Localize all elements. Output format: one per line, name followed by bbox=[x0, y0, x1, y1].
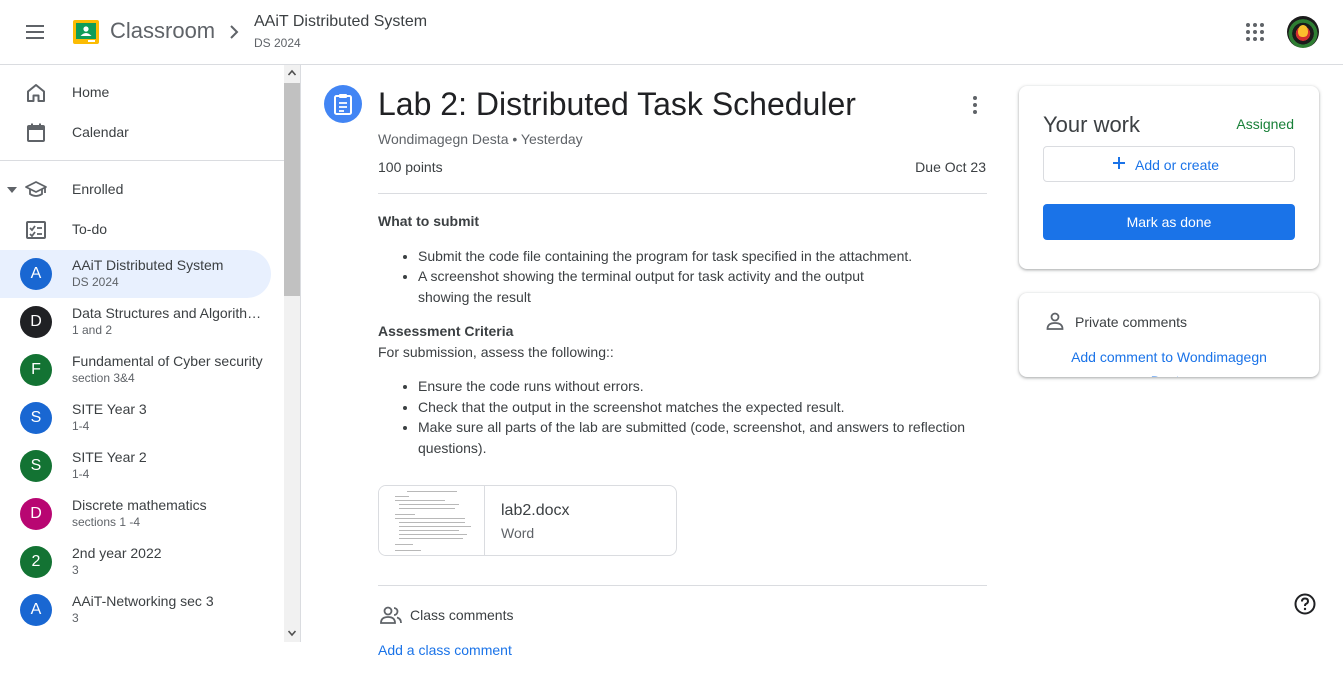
sidebar-list: Home Calendar Enrolled To-do A AAiT Dist… bbox=[0, 65, 284, 642]
person-icon bbox=[1046, 312, 1064, 330]
home-icon bbox=[27, 84, 45, 102]
help-icon[interactable] bbox=[1294, 593, 1316, 615]
top-app-bar: Classroom AAiT Distributed System DS 202… bbox=[0, 0, 1343, 65]
app-name[interactable]: Classroom bbox=[110, 18, 215, 44]
sidebar-item-calendar[interactable]: Calendar bbox=[0, 113, 284, 153]
sidebar-item-enrolled[interactable]: Enrolled bbox=[0, 170, 284, 210]
class-initial-avatar: S bbox=[20, 450, 52, 482]
class-section: 1-4 bbox=[72, 419, 90, 433]
sidebar-class-item[interactable]: D Discrete mathematics sections 1 -4 bbox=[0, 490, 271, 538]
google-apps-icon[interactable] bbox=[1243, 20, 1267, 44]
document-thumbnail bbox=[379, 486, 485, 555]
criteria-intro: For submission, assess the following:: bbox=[378, 343, 614, 360]
todo-icon bbox=[26, 221, 46, 239]
add-private-comment-link[interactable]: Add comment to Wondimagegn Desta bbox=[1059, 345, 1279, 377]
assignment-title: Lab 2: Distributed Task Scheduler bbox=[378, 86, 856, 122]
assignment-due-date: Due Oct 23 bbox=[915, 159, 986, 175]
sidebar-item-label: To-do bbox=[72, 221, 108, 237]
course-title[interactable]: AAiT Distributed System bbox=[254, 13, 427, 31]
sidebar-item-label: Calendar bbox=[72, 124, 129, 140]
calendar-icon bbox=[27, 123, 45, 142]
section-heading: Assessment Criteria bbox=[378, 323, 514, 339]
class-initial-avatar: A bbox=[20, 258, 52, 290]
class-name: Discrete mathematics bbox=[72, 497, 207, 513]
class-name: SITE Year 2 bbox=[72, 449, 147, 465]
assignment-meta: Wondimagegn Desta • Yesterday bbox=[378, 131, 583, 147]
status-badge: Assigned bbox=[1236, 116, 1294, 132]
scrollbar-thumb[interactable] bbox=[284, 83, 300, 296]
attachment-type: Word bbox=[501, 525, 535, 541]
assignment-points: 100 points bbox=[378, 159, 443, 175]
sidebar-item-todo[interactable]: To-do bbox=[0, 210, 284, 250]
sidebar-item-home[interactable]: Home bbox=[0, 73, 284, 113]
sidebar-class-item[interactable]: S SITE Year 2 1-4 bbox=[0, 442, 271, 490]
class-name: AAiT Distributed System bbox=[72, 257, 224, 273]
mark-as-done-button[interactable]: Mark as done bbox=[1043, 204, 1295, 240]
class-section: sections 1 -4 bbox=[72, 515, 141, 529]
add-or-create-button[interactable]: Add or create bbox=[1043, 146, 1295, 182]
main-menu-icon[interactable] bbox=[24, 20, 48, 44]
private-comments-label: Private comments bbox=[1075, 314, 1188, 330]
your-work-title: Your work bbox=[1043, 112, 1141, 137]
add-class-comment-link[interactable]: Add a class comment bbox=[378, 642, 512, 658]
class-initial-avatar: F bbox=[20, 354, 52, 386]
assignment-icon bbox=[324, 85, 362, 123]
class-initial-avatar: A bbox=[20, 594, 52, 626]
list-item: Ensure the code runs without errors. bbox=[418, 376, 988, 397]
divider bbox=[378, 585, 987, 586]
class-name: AAiT-Networking sec 3 bbox=[72, 593, 214, 609]
class-name: 2nd year 2022 bbox=[72, 545, 162, 561]
sidebar-divider bbox=[0, 160, 284, 161]
people-icon bbox=[380, 606, 402, 624]
assignment-description: What to submit Submit the code file cont… bbox=[378, 211, 988, 472]
chevron-right-icon bbox=[230, 25, 239, 39]
class-comments-label: Class comments bbox=[410, 607, 514, 623]
list-item: Check that the output in the screenshot … bbox=[418, 397, 988, 418]
sidebar-class-item[interactable]: D Data Structures and Algorithms 1 and 2 bbox=[0, 298, 271, 346]
private-comments-card: Private comments Add comment to Wondimag… bbox=[1019, 293, 1319, 377]
class-initial-avatar: D bbox=[20, 306, 52, 338]
your-work-card: Your work Assigned Add or create Mark as… bbox=[1019, 86, 1319, 269]
account-avatar[interactable] bbox=[1287, 16, 1319, 48]
sidebar-item-label: Enrolled bbox=[72, 181, 124, 197]
scroll-up-arrow-icon[interactable] bbox=[288, 69, 296, 77]
sidebar-class-item[interactable]: 2 2nd year 2022 3 bbox=[0, 538, 271, 586]
attachment-card[interactable]: lab2.docx Word bbox=[378, 485, 677, 556]
sidebar-item-label: Home bbox=[72, 84, 110, 100]
graduation-cap-icon bbox=[25, 181, 47, 197]
class-initial-avatar: D bbox=[20, 498, 52, 530]
list-item: Make sure all parts of the lab are submi… bbox=[418, 417, 988, 458]
class-section: section 3&4 bbox=[72, 371, 135, 385]
class-section: 1 and 2 bbox=[72, 323, 113, 337]
assignment-detail: Lab 2: Distributed Task Scheduler Wondim… bbox=[301, 65, 1001, 697]
attachment-name: lab2.docx bbox=[501, 502, 570, 519]
submit-list: Submit the code file containing the prog… bbox=[418, 246, 988, 308]
divider bbox=[378, 193, 987, 194]
more-vert-icon[interactable] bbox=[965, 93, 985, 117]
list-item: Submit the code file containing the prog… bbox=[418, 246, 988, 267]
criteria-list: Ensure the code runs without errors. Che… bbox=[418, 376, 988, 458]
sidebar: Home Calendar Enrolled To-do A AAiT Dist… bbox=[0, 65, 301, 697]
class-initial-avatar: S bbox=[20, 402, 52, 434]
sidebar-class-item[interactable]: F Fundamental of Cyber security section … bbox=[0, 346, 271, 394]
class-name: Data Structures and Algorithms bbox=[72, 305, 264, 321]
classroom-logo[interactable] bbox=[73, 20, 99, 44]
section-heading: What to submit bbox=[378, 213, 480, 229]
list-item: A screenshot showing the terminal output… bbox=[418, 266, 988, 307]
class-section: 3 bbox=[72, 611, 79, 625]
plus-icon bbox=[1113, 157, 1125, 169]
sidebar-class-item[interactable]: S SITE Year 3 1-4 bbox=[0, 394, 271, 442]
class-initial-avatar: 2 bbox=[20, 546, 52, 578]
add-or-create-label: Add or create bbox=[1135, 157, 1220, 173]
sidebar-class-item[interactable]: A AAiT Distributed System DS 2024 bbox=[0, 250, 271, 298]
sidebar-class-item[interactable]: A AAiT-Networking sec 3 3 bbox=[0, 586, 271, 634]
class-name: Fundamental of Cyber security bbox=[72, 353, 263, 369]
class-section: DS 2024 bbox=[72, 275, 119, 289]
scroll-down-arrow-icon[interactable] bbox=[288, 629, 296, 637]
class-name: SITE Year 3 bbox=[72, 401, 147, 417]
caret-down-icon[interactable] bbox=[7, 187, 17, 193]
class-section: 3 bbox=[72, 563, 79, 577]
class-section: 1-4 bbox=[72, 467, 90, 481]
course-subtitle: DS 2024 bbox=[254, 36, 301, 50]
